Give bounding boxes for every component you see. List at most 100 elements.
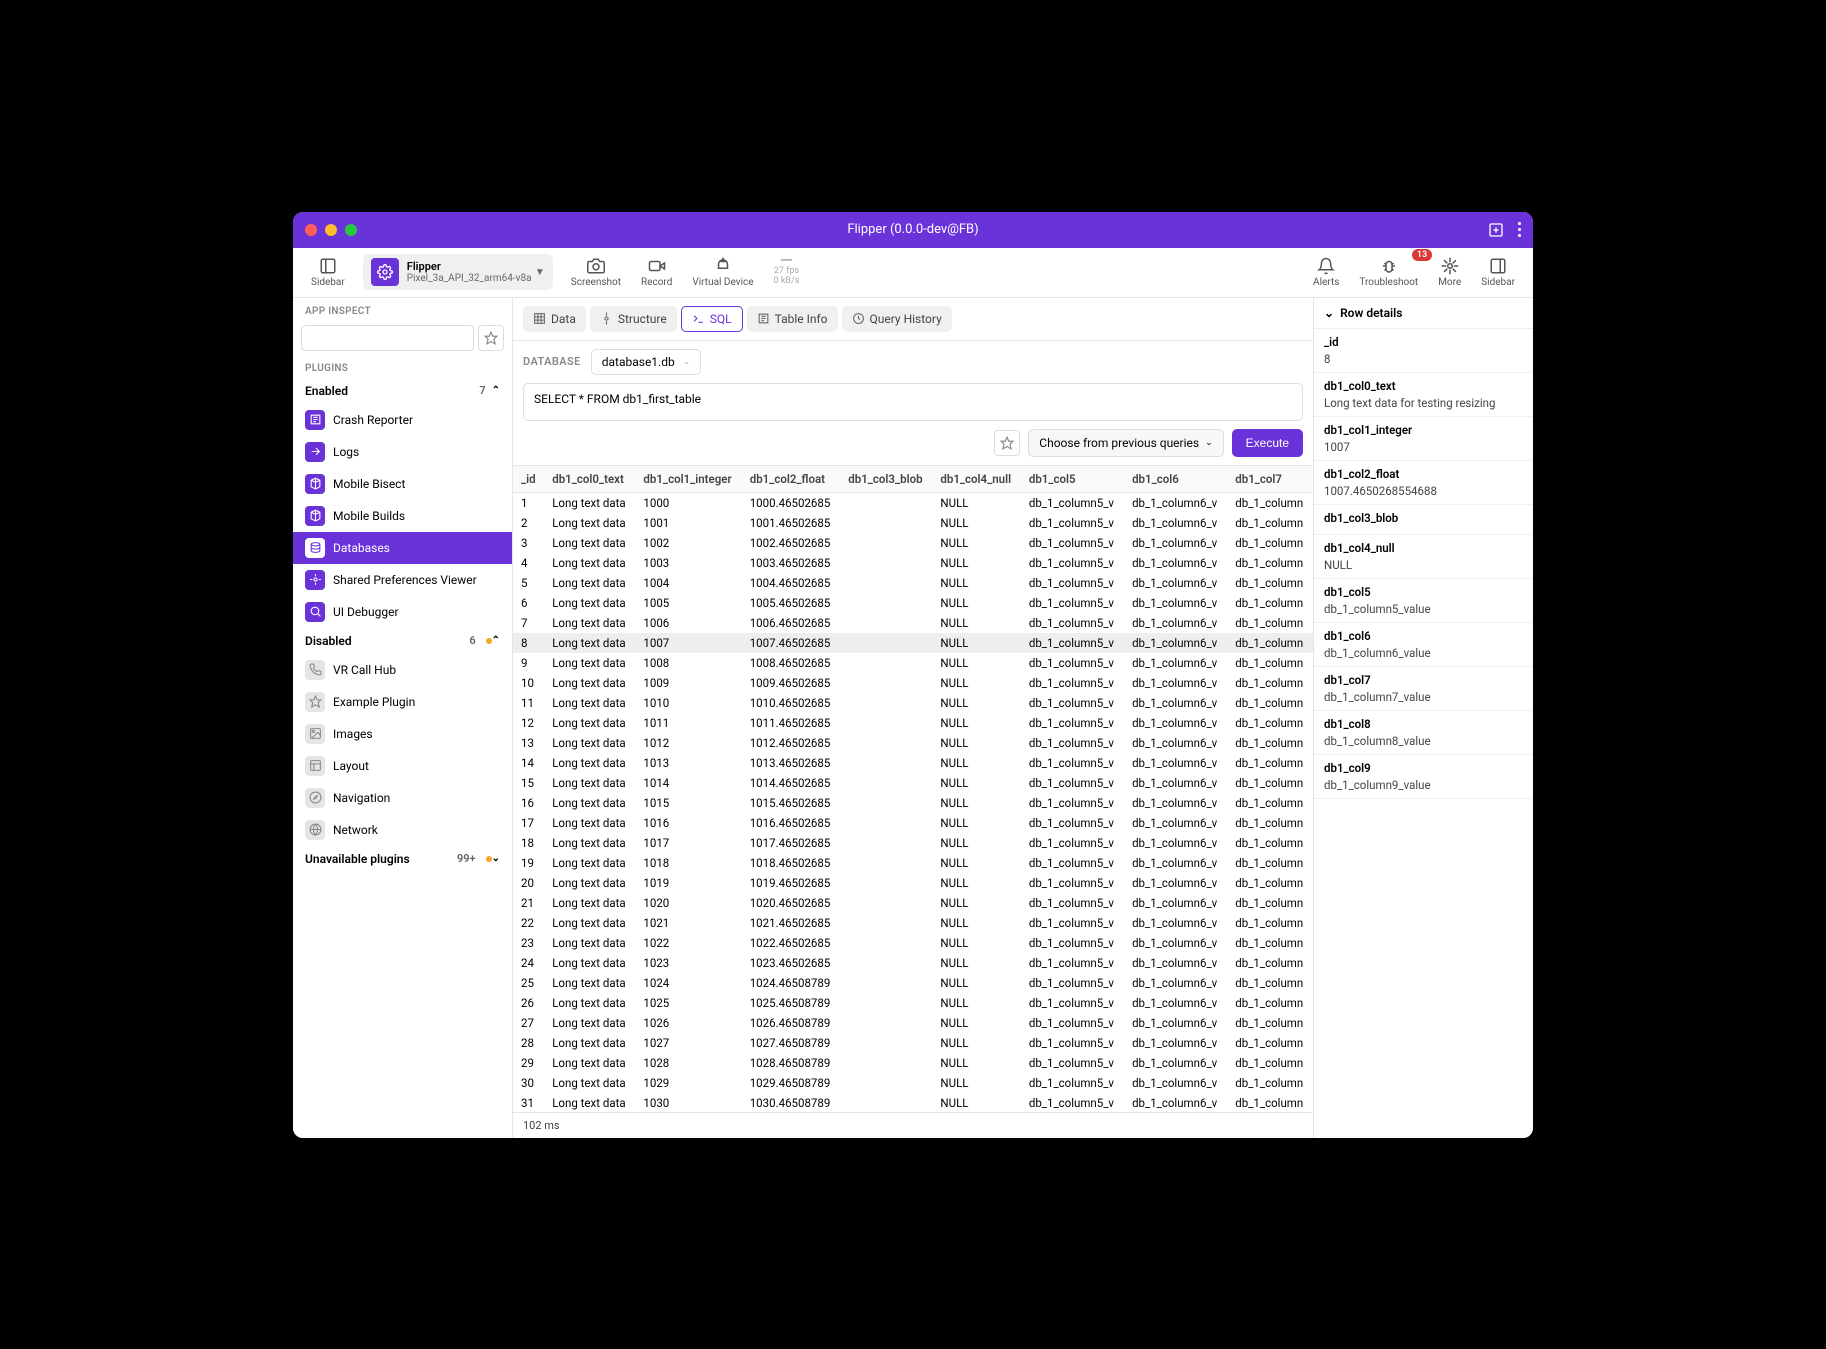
table-row[interactable]: 9Long text data10081008.46502685NULLdb_1… <box>513 653 1313 673</box>
maximize-window-button[interactable] <box>345 224 357 236</box>
table-cell <box>840 492 932 513</box>
table-cell <box>840 853 932 873</box>
sidebar-item-shared-preferences-viewer[interactable]: Shared Preferences Viewer <box>293 564 512 596</box>
column-header[interactable]: db1_col2_float <box>742 466 841 493</box>
sidebar-item-databases[interactable]: Databases <box>293 532 512 564</box>
column-header[interactable]: db1_col4_null <box>932 466 1020 493</box>
table-row[interactable]: 19Long text data10181018.46502685NULLdb_… <box>513 853 1313 873</box>
table-cell: 1004 <box>635 573 741 593</box>
table-row[interactable]: 14Long text data10131013.46502685NULLdb_… <box>513 753 1313 773</box>
column-header[interactable]: db1_col5 <box>1021 466 1124 493</box>
table-cell: db_1_column <box>1227 1093 1313 1112</box>
more-button[interactable]: More <box>1428 253 1471 292</box>
table-row[interactable]: 12Long text data10111011.46502685NULLdb_… <box>513 713 1313 733</box>
table-cell <box>840 993 932 1013</box>
database-selector[interactable]: database1.db ⌄ <box>591 349 702 375</box>
enabled-plugins-header[interactable]: Enabled 7 ⌃ <box>293 378 512 404</box>
table-row[interactable]: 22Long text data10211021.46502685NULLdb_… <box>513 913 1313 933</box>
sidebar-item-label: Crash Reporter <box>333 413 413 427</box>
tab-query-history[interactable]: Query History <box>842 306 952 332</box>
execute-button[interactable]: Execute <box>1232 429 1303 457</box>
close-window-button[interactable] <box>305 224 317 236</box>
table-row[interactable]: 30Long text data10291029.46508789NULLdb_… <box>513 1073 1313 1093</box>
more-menu-icon[interactable] <box>1518 222 1521 237</box>
previous-queries-dropdown[interactable]: Choose from previous queries ⌄ <box>1028 429 1223 457</box>
add-plugin-icon[interactable] <box>1488 222 1504 238</box>
sidebar-item-crash-reporter[interactable]: Crash Reporter <box>293 404 512 436</box>
table-row[interactable]: 15Long text data10141014.46502685NULLdb_… <box>513 773 1313 793</box>
device-selector[interactable]: Flipper Pixel_3a_API_32_arm64-v8a ▼ <box>363 254 553 290</box>
tab-sql[interactable]: SQL <box>681 306 743 332</box>
unavailable-plugins-header[interactable]: Unavailable plugins 99+ ⌄ <box>293 846 512 872</box>
screenshot-button[interactable]: Screenshot <box>561 253 631 292</box>
table-row[interactable]: 29Long text data10281028.46508789NULLdb_… <box>513 1053 1313 1073</box>
table-cell: db_1_column5_v <box>1021 633 1124 653</box>
sql-input[interactable]: SELECT * FROM db1_first_table <box>523 383 1303 421</box>
table-row[interactable]: 21Long text data10201020.46502685NULLdb_… <box>513 893 1313 913</box>
sidebar-item-example-plugin[interactable]: Example Plugin <box>293 686 512 718</box>
table-row[interactable]: 4Long text data10031003.46502685NULLdb_1… <box>513 553 1313 573</box>
row-details-header[interactable]: ⌄ Row details <box>1314 298 1533 329</box>
favorite-query-button[interactable] <box>994 430 1020 456</box>
table-cell <box>840 653 932 673</box>
favorite-button[interactable] <box>478 325 504 351</box>
table-row[interactable]: 13Long text data10121012.46502685NULLdb_… <box>513 733 1313 753</box>
alerts-button[interactable]: Alerts <box>1303 253 1349 292</box>
table-row[interactable]: 28Long text data10271027.46508789NULLdb_… <box>513 1033 1313 1053</box>
table-row[interactable]: 8Long text data10071007.46502685NULLdb_1… <box>513 633 1313 653</box>
column-header[interactable]: db1_col1_integer <box>635 466 741 493</box>
table-cell: Long text data <box>544 793 635 813</box>
table-row[interactable]: 23Long text data10221022.46502685NULLdb_… <box>513 933 1313 953</box>
table-row[interactable]: 1Long text data10001000.46502685NULLdb_1… <box>513 492 1313 513</box>
table-row[interactable]: 24Long text data10231023.46502685NULLdb_… <box>513 953 1313 973</box>
sidebar-item-logs[interactable]: Logs <box>293 436 512 468</box>
table-row[interactable]: 11Long text data10101010.46502685NULLdb_… <box>513 693 1313 713</box>
sidebar-toggle-left[interactable]: Sidebar <box>301 253 355 292</box>
table-cell: db_1_column <box>1227 633 1313 653</box>
table-row[interactable]: 2Long text data10011001.46502685NULLdb_1… <box>513 513 1313 533</box>
column-header[interactable]: db1_col0_text <box>544 466 635 493</box>
table-cell: Long text data <box>544 713 635 733</box>
table-row[interactable]: 10Long text data10091009.46502685NULLdb_… <box>513 673 1313 693</box>
tab-table-info[interactable]: Table Info <box>747 306 838 332</box>
table-cell <box>840 953 932 973</box>
sidebar-item-mobile-builds[interactable]: Mobile Builds <box>293 500 512 532</box>
sidebar-item-network[interactable]: Network <box>293 814 512 846</box>
table-row[interactable]: 16Long text data10151015.46502685NULLdb_… <box>513 793 1313 813</box>
table-row[interactable]: 3Long text data10021002.46502685NULLdb_1… <box>513 533 1313 553</box>
table-row[interactable]: 5Long text data10041004.46502685NULLdb_1… <box>513 573 1313 593</box>
table-row[interactable]: 26Long text data10251025.46508789NULLdb_… <box>513 993 1313 1013</box>
sidebar-item-ui-debugger[interactable]: UI Debugger <box>293 596 512 628</box>
table-row[interactable]: 17Long text data10161016.46502685NULLdb_… <box>513 813 1313 833</box>
table-row[interactable]: 25Long text data10241024.46508789NULLdb_… <box>513 973 1313 993</box>
record-button[interactable]: Record <box>631 253 682 292</box>
column-header[interactable]: db1_col3_blob <box>840 466 932 493</box>
sidebar-item-navigation[interactable]: Navigation <box>293 782 512 814</box>
minimize-window-button[interactable] <box>325 224 337 236</box>
virtual-device-button[interactable]: Virtual Device <box>682 253 763 292</box>
disabled-plugins-header[interactable]: Disabled 6 ⌃ <box>293 628 512 654</box>
sidebar-item-mobile-bisect[interactable]: Mobile Bisect <box>293 468 512 500</box>
table-cell: 1024.46508789 <box>742 973 841 993</box>
column-header[interactable]: db1_col6 <box>1124 466 1227 493</box>
troubleshoot-button[interactable]: 13 Troubleshoot <box>1349 253 1428 292</box>
sidebar-toggle-right[interactable]: Sidebar <box>1471 253 1525 292</box>
tab-data[interactable]: Data <box>523 306 586 332</box>
table-cell: 1008 <box>635 653 741 673</box>
sidebar-item-layout[interactable]: Layout <box>293 750 512 782</box>
column-header[interactable]: _id <box>513 466 544 493</box>
table-row[interactable]: 7Long text data10061006.46502685NULLdb_1… <box>513 613 1313 633</box>
sidebar-item-images[interactable]: Images <box>293 718 512 750</box>
table-row[interactable]: 27Long text data10261026.46508789NULLdb_… <box>513 1013 1313 1033</box>
sidebar-item-vr-call-hub[interactable]: VR Call Hub <box>293 654 512 686</box>
table-cell: db_1_column6_v <box>1124 773 1227 793</box>
column-header[interactable]: db1_col7 <box>1227 466 1313 493</box>
table-row[interactable]: 6Long text data10051005.46502685NULLdb_1… <box>513 593 1313 613</box>
results-table[interactable]: _iddb1_col0_textdb1_col1_integerdb1_col2… <box>513 465 1313 1112</box>
table-cell: 1022.46502685 <box>742 933 841 953</box>
table-row[interactable]: 31Long text data10301030.46508789NULLdb_… <box>513 1093 1313 1112</box>
app-search-input[interactable] <box>301 325 474 351</box>
tab-structure[interactable]: Structure <box>590 306 677 332</box>
table-row[interactable]: 18Long text data10171017.46502685NULLdb_… <box>513 833 1313 853</box>
table-row[interactable]: 20Long text data10191019.46502685NULLdb_… <box>513 873 1313 893</box>
